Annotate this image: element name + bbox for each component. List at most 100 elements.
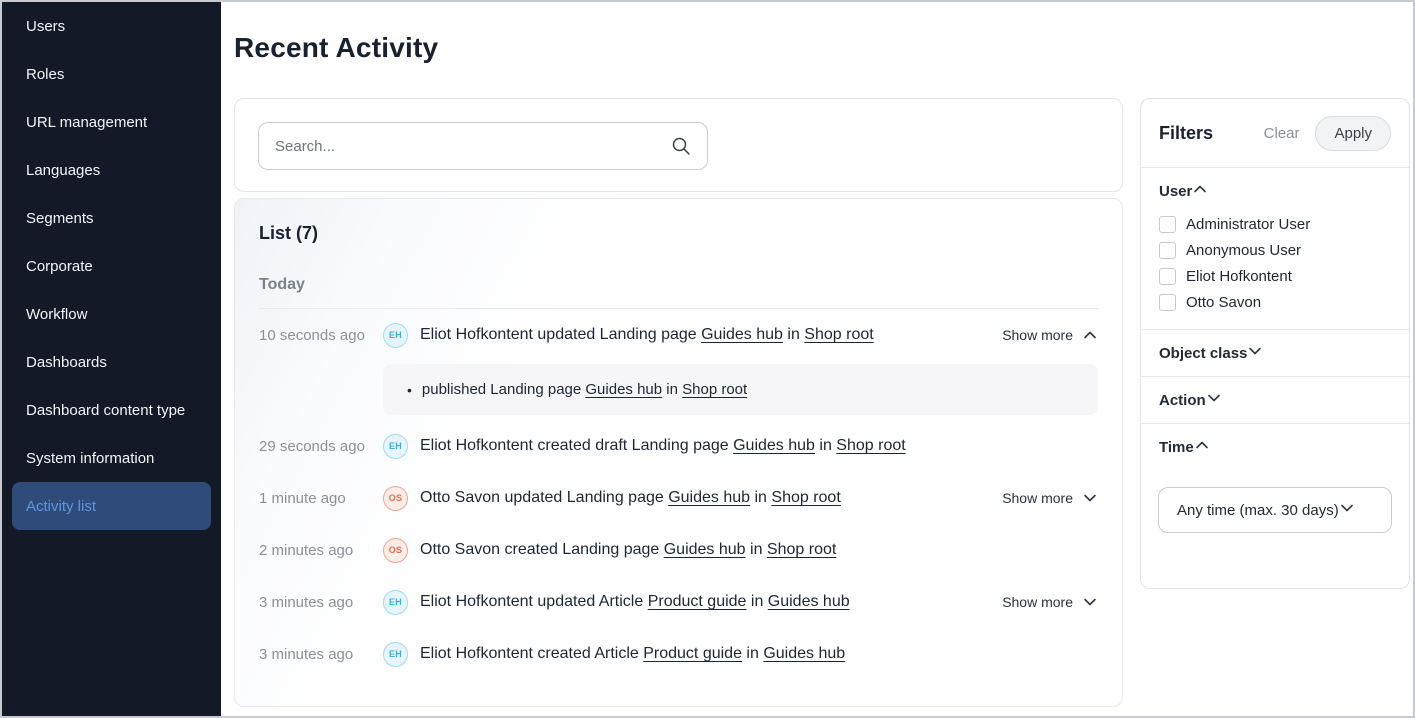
content-link[interactable]: Guides hub bbox=[768, 593, 850, 610]
activity-row: 10 seconds agoEH Eliot Hofkontent updated… bbox=[259, 309, 1098, 361]
activity-text: Otto Savon updated Landing page bbox=[420, 489, 668, 506]
show-more-label: Show more bbox=[1002, 327, 1073, 343]
content-link[interactable]: Guides hub bbox=[733, 437, 815, 454]
app-window: UsersRolesURL managementLanguagesSegment… bbox=[0, 0, 1415, 718]
content-link[interactable]: Guides hub bbox=[585, 381, 662, 398]
user-filter-option[interactable]: Eliot Hofkontent bbox=[1159, 268, 1391, 285]
activity-description: Eliot Hofkontent updated Article Product… bbox=[420, 593, 850, 611]
activity-description: Eliot Hofkontent updated Landing page Gu… bbox=[420, 326, 874, 344]
content-link[interactable]: Shop root bbox=[682, 381, 747, 398]
time-range-value: Any time (max. 30 days) bbox=[1177, 502, 1339, 519]
list-title: List (7) bbox=[259, 223, 1098, 244]
apply-filters-button[interactable]: Apply bbox=[1315, 116, 1391, 151]
content-link[interactable]: Guides hub bbox=[763, 645, 845, 662]
activity-text: in bbox=[742, 645, 763, 662]
chevron-down-icon bbox=[1339, 501, 1355, 519]
content-link[interactable]: Shop root bbox=[836, 437, 905, 454]
search-icon[interactable] bbox=[671, 136, 691, 156]
filter-section-object-class-toggle[interactable]: Object class bbox=[1141, 330, 1409, 376]
activity-text: in bbox=[746, 593, 767, 610]
checkbox-label: Administrator User bbox=[1186, 216, 1310, 233]
sidebar-item-dashboards[interactable]: Dashboards bbox=[12, 338, 211, 386]
sidebar-item-url-management[interactable]: URL management bbox=[12, 98, 211, 146]
activity-text: in bbox=[662, 381, 682, 398]
time-range-dropdown[interactable]: Any time (max. 30 days) bbox=[1158, 487, 1392, 533]
user-filter-option[interactable]: Administrator User bbox=[1159, 216, 1391, 233]
activity-description: Eliot Hofkontent created draft Landing p… bbox=[420, 437, 906, 455]
filter-section-time: Time Any time (max. 30 days) bbox=[1141, 423, 1409, 533]
chevron-up-icon bbox=[1192, 182, 1208, 200]
show-more-button[interactable]: Show more bbox=[1002, 327, 1098, 343]
content-link[interactable]: Shop root bbox=[804, 326, 873, 343]
activity-text: Otto Savon created Landing page bbox=[420, 541, 664, 558]
chevron-down-icon bbox=[1082, 492, 1098, 504]
search-card bbox=[234, 98, 1123, 192]
sidebar-item-activity-list[interactable]: Activity list bbox=[12, 482, 211, 530]
content-link[interactable]: Guides hub bbox=[664, 541, 746, 558]
checkbox[interactable] bbox=[1159, 242, 1176, 259]
user-filter-option[interactable]: Otto Savon bbox=[1159, 294, 1391, 311]
content-link[interactable]: Shop root bbox=[767, 541, 836, 558]
activity-text: in bbox=[783, 326, 804, 343]
user-filter-option[interactable]: Anonymous User bbox=[1159, 242, 1391, 259]
activity-text: in bbox=[746, 541, 767, 558]
activity-list-card: List (7) Today 10 seconds agoEHEliot Hof… bbox=[234, 198, 1123, 707]
bullet-icon: • bbox=[407, 382, 412, 398]
sidebar-item-segments[interactable]: Segments bbox=[12, 194, 211, 242]
activity-description: Otto Savon created Landing page Guides h… bbox=[420, 541, 836, 559]
date-group-label: Today bbox=[259, 276, 1098, 294]
activity-text: Eliot Hofkontent created draft Landing p… bbox=[420, 437, 733, 454]
activity-row: 1 minute agoOS Otto Savon updated Landing… bbox=[259, 472, 1098, 524]
content-link[interactable]: Product guide bbox=[643, 645, 742, 662]
user-avatar: EH bbox=[383, 642, 408, 667]
sidebar-item-corporate[interactable]: Corporate bbox=[12, 242, 211, 290]
checkbox[interactable] bbox=[1159, 216, 1176, 233]
filter-section-user-toggle[interactable]: User bbox=[1141, 168, 1409, 214]
content-link[interactable]: Guides hub bbox=[668, 489, 750, 506]
activity-timestamp: 10 seconds ago bbox=[259, 327, 383, 344]
user-avatar: EH bbox=[383, 323, 408, 348]
content-link[interactable]: Shop root bbox=[771, 489, 840, 506]
filter-section-action-toggle[interactable]: Action bbox=[1141, 377, 1409, 423]
show-more-button[interactable]: Show more bbox=[1002, 490, 1098, 506]
filters-header: Filters Clear Apply bbox=[1141, 99, 1409, 167]
checkbox[interactable] bbox=[1159, 268, 1176, 285]
activity-text: Eliot Hofkontent created Article bbox=[420, 645, 643, 662]
checkbox[interactable] bbox=[1159, 294, 1176, 311]
sidebar-item-workflow[interactable]: Workflow bbox=[12, 290, 211, 338]
activity-detail-item: • published Landing page Guides hub in Sh… bbox=[407, 381, 1074, 398]
clear-filters-button[interactable]: Clear bbox=[1264, 125, 1300, 142]
user-avatar: OS bbox=[383, 538, 408, 563]
activity-row: 2 minutes agoOS Otto Savon created Landin… bbox=[259, 524, 1098, 576]
sidebar-item-roles[interactable]: Roles bbox=[12, 50, 211, 98]
main-area: Recent Activity List (7) Today 10 second… bbox=[221, 2, 1413, 716]
activity-timestamp: 3 minutes ago bbox=[259, 594, 383, 611]
chevron-up-icon bbox=[1082, 329, 1098, 341]
checkbox-label: Otto Savon bbox=[1186, 294, 1261, 311]
sidebar-item-dashboard-content-type[interactable]: Dashboard content type bbox=[12, 386, 211, 434]
activity-timestamp: 1 minute ago bbox=[259, 490, 383, 507]
filter-section-time-toggle[interactable]: Time bbox=[1141, 424, 1409, 470]
activity-row: 3 minutes agoEH Eliot Hofkontent updated … bbox=[259, 576, 1098, 628]
sidebar-item-users[interactable]: Users bbox=[12, 2, 211, 50]
chevron-up-icon bbox=[1194, 438, 1210, 456]
filter-section-label: Object class bbox=[1159, 345, 1247, 362]
user-avatar: OS bbox=[383, 486, 408, 511]
sidebar-item-languages[interactable]: Languages bbox=[12, 146, 211, 194]
chevron-down-icon bbox=[1082, 596, 1098, 608]
page-title: Recent Activity bbox=[234, 32, 438, 64]
activity-text: published Landing page bbox=[422, 381, 585, 398]
chevron-down-icon bbox=[1247, 344, 1263, 362]
activity-description: Eliot Hofkontent created Article Product… bbox=[420, 645, 845, 663]
search-input[interactable] bbox=[275, 138, 671, 155]
content-link[interactable]: Guides hub bbox=[701, 326, 783, 343]
activity-timestamp: 2 minutes ago bbox=[259, 542, 383, 559]
filter-section-label: User bbox=[1159, 183, 1192, 200]
activity-row: 3 minutes agoEHEliot Hofkontent created … bbox=[259, 628, 1098, 680]
filter-section-label: Time bbox=[1159, 439, 1194, 456]
show-more-button[interactable]: Show more bbox=[1002, 594, 1098, 610]
activity-rows: 10 seconds agoEHEliot Hofkontent updated… bbox=[259, 309, 1098, 680]
user-avatar: EH bbox=[383, 590, 408, 615]
sidebar-item-system-information[interactable]: System information bbox=[12, 434, 211, 482]
content-link[interactable]: Product guide bbox=[648, 593, 747, 610]
